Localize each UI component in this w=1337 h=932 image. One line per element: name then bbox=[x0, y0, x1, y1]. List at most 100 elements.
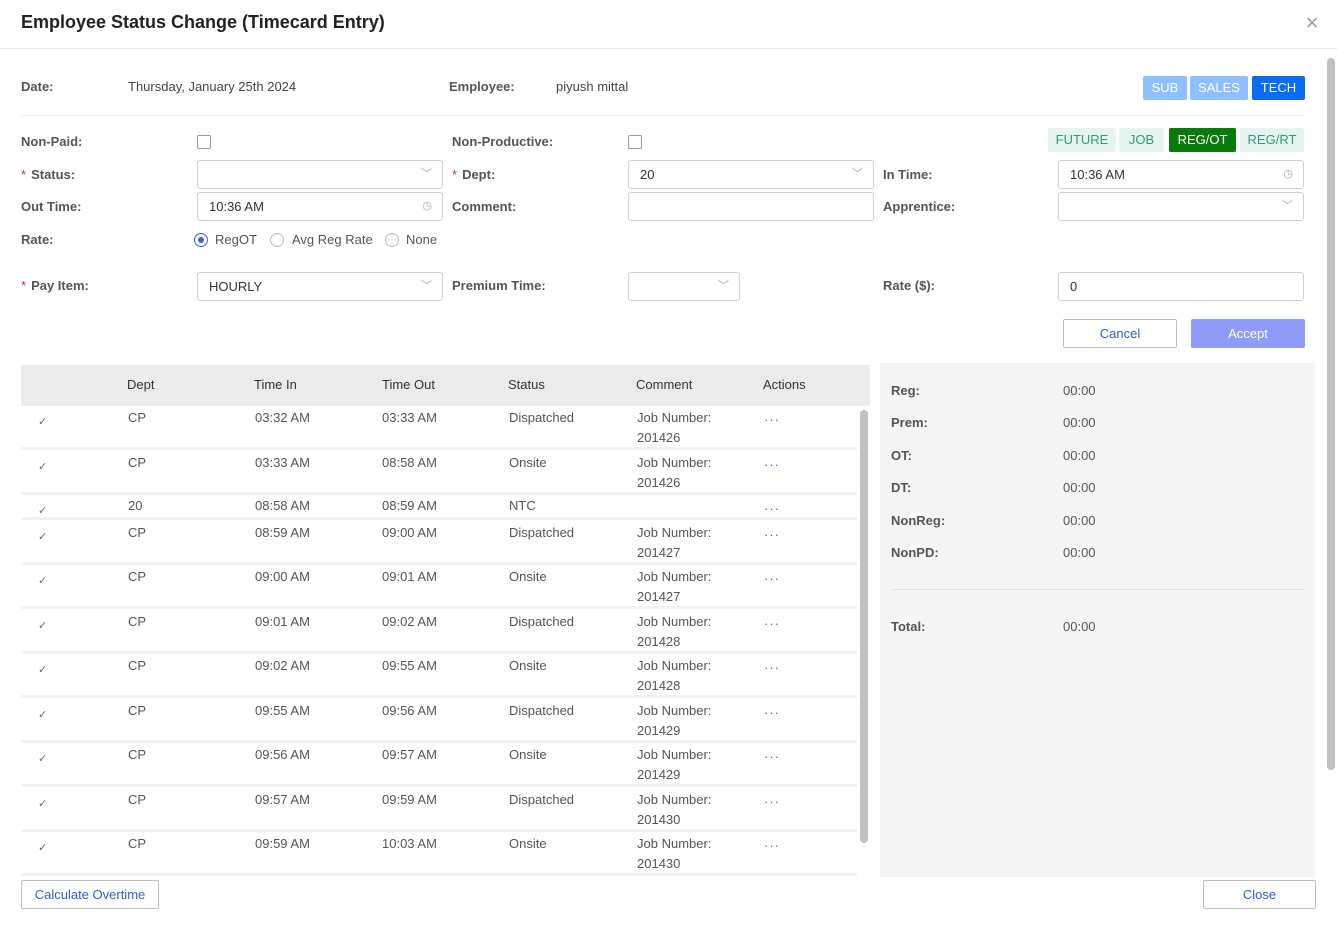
row-actions-menu[interactable]: ··· bbox=[764, 705, 780, 720]
summary-nonreg-label: NonReg: bbox=[891, 512, 946, 528]
tab-tech[interactable]: TECH bbox=[1252, 76, 1305, 100]
cell-time-out: 08:58 AM bbox=[382, 454, 437, 470]
close-button[interactable]: Close bbox=[1203, 880, 1316, 909]
premium-time-select[interactable]: ﹀ bbox=[628, 272, 740, 301]
rate-none-label[interactable]: None bbox=[406, 232, 437, 247]
cell-time-in: 09:57 AM bbox=[255, 791, 310, 807]
chevron-down-icon: ﹀ bbox=[1282, 200, 1293, 212]
divider bbox=[21, 115, 1304, 116]
row-actions-menu[interactable]: ··· bbox=[764, 527, 780, 542]
non-productive-checkbox[interactable] bbox=[628, 135, 642, 149]
cell-time-out: 09:55 AM bbox=[382, 658, 437, 673]
cell-dept: 20 bbox=[128, 498, 143, 513]
cell-dept: CP bbox=[128, 702, 147, 718]
tab-job[interactable]: JOB bbox=[1119, 128, 1164, 152]
out-time-label: Out Time: bbox=[21, 199, 82, 214]
summary-total-value: 00:00 bbox=[1063, 619, 1096, 634]
pay-item-select[interactable]: HOURLY ﹀ bbox=[197, 272, 443, 301]
cell-dept: CP bbox=[128, 836, 147, 851]
tab-future[interactable]: FUTURE bbox=[1048, 128, 1116, 152]
rate-avg-reg-rate-radio[interactable] bbox=[270, 233, 284, 247]
summary-dt-label: DT: bbox=[891, 480, 912, 496]
cell-time-in: 09:56 AM bbox=[255, 747, 310, 762]
non-paid-label: Non-Paid: bbox=[21, 134, 83, 149]
rate-avg-reg-rate-label[interactable]: Avg Reg Rate bbox=[292, 232, 373, 247]
in-time-picker[interactable]: 10:36 AM ◷ bbox=[1058, 160, 1304, 189]
comment-input[interactable] bbox=[628, 192, 874, 221]
column-header-time-out[interactable]: Time Out bbox=[382, 377, 435, 392]
check-icon: ✓ bbox=[38, 797, 48, 810]
page-scrollbar[interactable] bbox=[1327, 58, 1335, 770]
table-row[interactable]: ✓ CP 09:55 AM 09:56 AM Dispatched Job Number:… bbox=[21, 699, 857, 743]
cell-comment: Job Number: 201426 bbox=[637, 454, 712, 490]
table-row[interactable]: ✓ CP 09:59 AM 10:03 AM Onsite Job Number: 2014… bbox=[21, 832, 857, 876]
cell-dept: CP bbox=[128, 410, 147, 425]
summary-ot-label: OT: bbox=[891, 447, 912, 463]
row-actions-menu[interactable]: ··· bbox=[764, 571, 780, 586]
out-time-picker[interactable]: 10:36 AM ◷ bbox=[197, 192, 443, 221]
calculate-overtime-button[interactable]: Calculate Overtime bbox=[21, 880, 159, 909]
check-icon: ✓ bbox=[38, 530, 48, 543]
row-actions-menu[interactable]: ··· bbox=[764, 838, 780, 853]
rate-dollar-input[interactable]: 0 bbox=[1058, 272, 1304, 301]
apprentice-select[interactable]: ﹀ bbox=[1058, 192, 1304, 221]
summary-divider bbox=[891, 589, 1304, 590]
row-actions-menu[interactable]: ··· bbox=[764, 501, 780, 516]
column-header-status[interactable]: Status bbox=[508, 377, 545, 392]
cell-dept: CP bbox=[128, 524, 147, 540]
table-row[interactable]: ✓ CP 09:02 AM 09:55 AM Onsite Job Number: 2014… bbox=[21, 654, 857, 698]
rate-none-radio[interactable] bbox=[385, 233, 399, 247]
table-row[interactable]: ✓ CP 09:56 AM 09:57 AM Onsite Job Number: 2014… bbox=[21, 743, 857, 787]
table-row[interactable]: ✓ CP 03:32 AM 03:33 AM Dispatched Job Number:… bbox=[21, 406, 857, 450]
cell-status: Dispatched bbox=[509, 791, 575, 807]
cell-dept: CP bbox=[128, 454, 147, 470]
row-actions-menu[interactable]: ··· bbox=[764, 412, 780, 427]
in-time-label: In Time: bbox=[883, 167, 933, 182]
cell-time-in: 03:33 AM bbox=[255, 454, 310, 470]
close-icon[interactable]: × bbox=[1302, 12, 1322, 34]
summary-nonpd-label: NonPD: bbox=[891, 545, 939, 560]
tab-reg-ot[interactable]: REG/OT bbox=[1169, 128, 1236, 152]
rate-regot-label[interactable]: RegOT bbox=[215, 232, 257, 247]
column-header-dept[interactable]: Dept bbox=[127, 377, 154, 392]
row-actions-menu[interactable]: ··· bbox=[764, 794, 780, 809]
tab-sales[interactable]: SALES bbox=[1190, 76, 1248, 100]
table-row[interactable]: ✓ 20 08:58 AM 08:59 AM NTC ··· bbox=[21, 495, 857, 520]
comment-label: Comment: bbox=[452, 199, 517, 214]
table-row[interactable]: ✓ CP 03:33 AM 08:58 AM Onsite Job Number: 2014… bbox=[21, 451, 857, 495]
cell-status: Onsite bbox=[509, 569, 547, 584]
row-actions-menu[interactable]: ··· bbox=[764, 749, 780, 764]
cell-status: Dispatched bbox=[509, 702, 575, 718]
tab-reg-rt[interactable]: REG/RT bbox=[1240, 128, 1304, 152]
row-actions-menu[interactable]: ··· bbox=[764, 457, 780, 472]
tab-sub[interactable]: SUB bbox=[1143, 76, 1187, 100]
cell-comment: Job Number: 201427 bbox=[637, 524, 712, 560]
row-actions-menu[interactable]: ··· bbox=[764, 660, 780, 675]
summary-dt-value: 00:00 bbox=[1063, 480, 1096, 496]
cell-comment: Job Number: 201427 bbox=[637, 569, 712, 604]
table-row[interactable]: ✓ CP 09:57 AM 09:59 AM Dispatched Job Number:… bbox=[21, 788, 857, 832]
non-paid-checkbox[interactable] bbox=[197, 135, 211, 149]
clock-icon: ◷ bbox=[422, 200, 432, 212]
table-row[interactable]: ✓ CP 09:00 AM 09:01 AM Onsite Job Number: 2014… bbox=[21, 565, 857, 609]
cell-dept: CP bbox=[128, 569, 147, 584]
rate-regot-radio[interactable] bbox=[194, 233, 208, 247]
cell-time-out: 09:02 AM bbox=[382, 613, 437, 629]
dept-select[interactable]: 20 ﹀ bbox=[628, 160, 874, 189]
table-scrollbar-thumb[interactable] bbox=[860, 410, 868, 843]
check-icon: ✓ bbox=[38, 460, 48, 473]
check-icon: ✓ bbox=[38, 619, 48, 632]
table-row[interactable]: ✓ CP 08:59 AM 09:00 AM Dispatched Job Number:… bbox=[21, 521, 857, 565]
accept-button[interactable]: Accept bbox=[1191, 319, 1305, 348]
column-header-time-in[interactable]: Time In bbox=[254, 377, 297, 392]
row-actions-menu[interactable]: ··· bbox=[764, 616, 780, 631]
column-header-comment[interactable]: Comment bbox=[636, 377, 692, 392]
table-scrollbar[interactable] bbox=[859, 410, 869, 877]
table-row[interactable]: ✓ CP 09:01 AM 09:02 AM Dispatched Job Number:… bbox=[21, 610, 857, 654]
status-select[interactable]: ﹀ bbox=[197, 160, 443, 189]
rate-label: Rate: bbox=[21, 232, 54, 247]
cell-time-in: 09:01 AM bbox=[255, 613, 310, 629]
date-value: Thursday, January 25th 2024 bbox=[128, 79, 297, 94]
cancel-button[interactable]: Cancel bbox=[1063, 319, 1177, 348]
dialog-header: Employee Status Change (Timecard Entry) … bbox=[0, 0, 1337, 49]
